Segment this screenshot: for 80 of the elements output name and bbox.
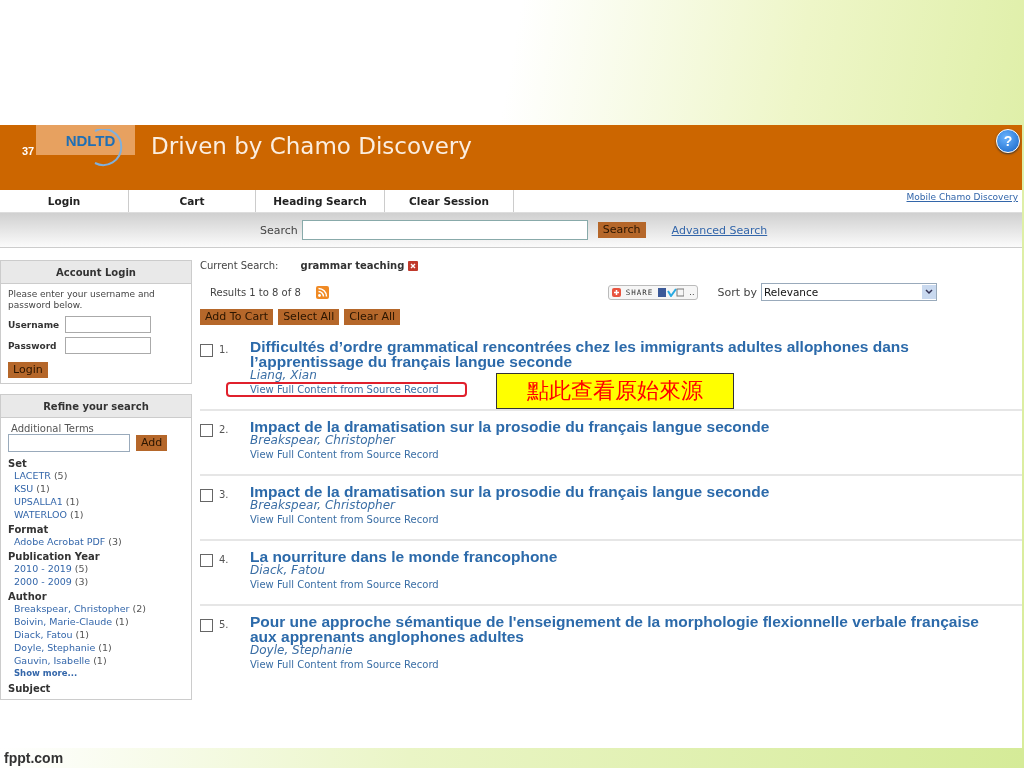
field-label: Username <box>8 319 61 330</box>
panel-title: Account Login <box>1 261 191 284</box>
facet-link[interactable]: UPSALLA1 (1) <box>14 495 184 508</box>
result-number: 3. <box>218 489 230 502</box>
result-title[interactable]: Pour une approche sémantique de l'enseignement de la morphologie flexionnelle verbale française aux apprenants anglophones adultes <box>250 614 1000 644</box>
nav-tab[interactable]: Login <box>0 190 129 212</box>
facet-link[interactable]: Doyle, Stephanie (1) <box>14 641 184 654</box>
result-title[interactable]: Impact de la dramatisation sur la prosodie du français langue seconde <box>250 484 770 499</box>
result-title[interactable]: La nourriture dans le monde francophone <box>250 549 558 564</box>
facet-link[interactable]: Breakspear, Christopher (2) <box>14 602 184 615</box>
result-number: 2. <box>218 424 230 437</box>
result-number: 4. <box>218 554 230 567</box>
password-field[interactable] <box>65 337 151 354</box>
result-number: 5. <box>218 619 230 632</box>
checkbox[interactable] <box>200 489 213 502</box>
slide-number: 37 <box>22 145 35 157</box>
footer-text: fppt.com <box>4 750 64 766</box>
plus-icon <box>611 287 621 297</box>
checkbox[interactable] <box>200 424 213 437</box>
nav-tab[interactable]: Heading Search <box>256 190 385 212</box>
username-field[interactable] <box>65 316 151 333</box>
result-title[interactable]: Impact de la dramatisation sur la prosodie du français langue seconde <box>250 419 770 434</box>
search-field[interactable] <box>301 220 588 240</box>
facet-heading: Author <box>8 591 48 602</box>
source-link[interactable]: View Full Content from Source Record <box>250 579 439 590</box>
checkbox[interactable] <box>200 344 213 357</box>
advanced-search-link[interactable]: Advanced Search <box>671 223 768 237</box>
result-author[interactable]: Breakspear, Christopher <box>250 434 395 447</box>
facet-link[interactable]: Gauvin, Isabelle (1) <box>14 654 184 667</box>
facet-heading: Format <box>8 524 50 535</box>
facet-link[interactable]: 2010 - 2019 (5) <box>14 562 184 575</box>
facet-link[interactable]: 2000 - 2009 (3) <box>14 575 184 588</box>
facet-link[interactable]: Diack, Fatou (1) <box>14 628 184 641</box>
nav-tab[interactable]: Cart <box>129 190 256 212</box>
result-author[interactable]: Liang, Xian <box>250 369 317 382</box>
action-button[interactable]: Add To Cart <box>200 309 274 325</box>
facet-link[interactable]: LACETR (5) <box>14 469 184 482</box>
facet-link[interactable]: KSU (1) <box>14 482 184 495</box>
remove-icon <box>408 260 419 271</box>
mobile-link[interactable]: Mobile Chamo Discovery <box>906 192 1018 202</box>
sort-dropdown[interactable]: Relevance <box>761 283 937 301</box>
facet-heading: Publication Year <box>8 551 101 562</box>
show-more-link[interactable]: Show more... <box>14 667 184 680</box>
field-label: Password <box>8 340 58 351</box>
search-term: grammar teaching <box>300 260 405 271</box>
facet-link[interactable]: Adobe Acrobat PDF (3) <box>14 535 184 548</box>
terms-field[interactable] <box>8 434 130 452</box>
facet-heading: Set <box>8 458 28 469</box>
social-icons <box>658 287 685 297</box>
facet-link[interactable]: Boivin, Marie-Claude (1) <box>14 615 184 628</box>
search-button[interactable]: Search <box>597 222 646 238</box>
terms-label: Additional Terms <box>11 423 95 434</box>
result-author[interactable]: Diack, Fatou <box>250 564 325 577</box>
sort-label: Sort by <box>717 285 757 299</box>
result-number: 1. <box>218 344 230 357</box>
nav-tab[interactable]: Clear Session <box>385 190 514 212</box>
checkbox[interactable] <box>200 619 213 632</box>
add-button[interactable]: Add <box>136 435 168 451</box>
callout-note: 點此查看原始來源 <box>496 373 734 409</box>
action-button[interactable]: Clear All <box>344 309 401 325</box>
result-author[interactable]: Doyle, Stephanie <box>250 644 353 657</box>
source-link[interactable]: View Full Content from Source Record <box>250 449 439 460</box>
checkbox[interactable] <box>200 554 213 567</box>
current-search-label: Current Search: <box>200 260 279 271</box>
source-link[interactable]: View Full Content from Source Record <box>250 514 439 525</box>
panel-title: Refine your search <box>1 395 191 418</box>
result-title[interactable]: Difficultés d’ordre grammatical rencontrées chez les immigrants adultes allophones dans l’apprentissage du français langue seconde <box>250 339 1000 369</box>
result-author[interactable]: Breakspear, Christopher <box>250 499 395 512</box>
search-label: Search <box>260 223 298 237</box>
rss-icon <box>315 285 329 299</box>
action-button[interactable]: Select All <box>278 309 340 325</box>
source-link[interactable]: View Full Content from Source Record <box>250 384 439 395</box>
site-title: Driven by Chamo Discovery <box>151 133 472 159</box>
caret-icon <box>922 285 936 299</box>
login-button[interactable]: Login <box>8 362 48 378</box>
login-intro: Please enter your username and password below. <box>8 289 156 311</box>
facet-link[interactable]: WATERLOO (1) <box>14 508 184 521</box>
source-link[interactable]: View Full Content from Source Record <box>250 659 439 670</box>
facet-heading: Subject <box>8 683 52 694</box>
results-count: Results 1 to 8 of 8 <box>210 286 301 298</box>
